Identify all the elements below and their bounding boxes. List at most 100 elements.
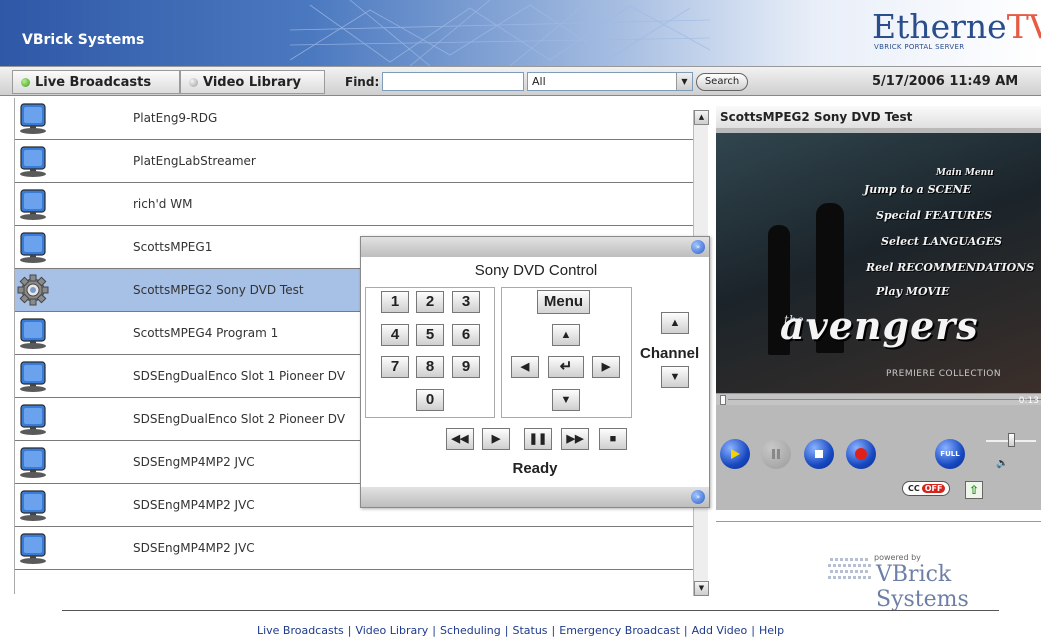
menu-button[interactable]: Menu bbox=[537, 290, 590, 314]
digit-3-button[interactable]: 3 bbox=[452, 291, 480, 313]
seek-thumb[interactable] bbox=[720, 395, 726, 405]
dvd-menu-item: Play MOVIE bbox=[876, 285, 950, 298]
player-pause-button[interactable] bbox=[761, 439, 791, 469]
digit-7-button[interactable]: 7 bbox=[381, 356, 409, 378]
chevron-down-icon[interactable]: ▼ bbox=[676, 73, 692, 90]
digit-5-button[interactable]: 5 bbox=[416, 324, 444, 346]
expand-icon[interactable]: » bbox=[691, 490, 705, 504]
filter-select[interactable]: All ▼ bbox=[527, 72, 693, 91]
search-button[interactable]: Search bbox=[696, 73, 748, 91]
broadcast-name: SDSEngDualEnco Slot 1 Pioneer DV bbox=[133, 369, 346, 383]
fullscreen-button[interactable]: FULL bbox=[935, 439, 965, 469]
footer-link[interactable]: Live Broadcasts bbox=[257, 624, 344, 637]
wireframe-decoration bbox=[290, 0, 710, 66]
popout-icon[interactable]: ⇧ bbox=[965, 481, 983, 499]
find-input[interactable] bbox=[382, 72, 524, 91]
powered-by-logo: VBrick Systems bbox=[876, 562, 969, 612]
dvd-panel-footer: » bbox=[361, 487, 709, 507]
digit-4-button[interactable]: 4 bbox=[381, 324, 409, 346]
channel-down-button[interactable]: ▼ bbox=[661, 366, 689, 388]
tab-video-library[interactable]: Video Library bbox=[180, 70, 325, 94]
broadcast-name: PlatEng9-RDG bbox=[133, 111, 218, 125]
broadcast-row[interactable]: PlatEngLabStreamer bbox=[15, 140, 696, 183]
arrow-down-icon: ▼ bbox=[669, 371, 681, 383]
dvd-panel-titlebar[interactable]: » bbox=[361, 237, 709, 257]
dvd-menu-item: Special FEATURES bbox=[876, 209, 993, 222]
scroll-down-icon[interactable]: ▼ bbox=[694, 581, 709, 596]
footer-separator: | bbox=[347, 624, 352, 637]
enter-button[interactable]: ↵ bbox=[548, 356, 584, 378]
volume-thumb[interactable] bbox=[1008, 433, 1015, 447]
stop-button[interactable]: ■ bbox=[599, 428, 627, 450]
dvd-edition: PREMIERE COLLECTION bbox=[886, 369, 1002, 379]
broadcast-row[interactable]: rich'd WM bbox=[15, 183, 696, 226]
tab-label: Live Broadcasts bbox=[35, 74, 152, 90]
video-player: ScottsMPEG2 Sony DVD Test Main Menu Jump… bbox=[716, 106, 1041, 510]
logo-main: Etherne bbox=[872, 7, 1007, 46]
broadcast-row[interactable]: SDSEngMP4MP2 JVC bbox=[15, 527, 696, 570]
video-frame[interactable]: Main Menu Jump to a SCENE Special FEATUR… bbox=[716, 133, 1041, 393]
monitor-icon bbox=[20, 189, 46, 220]
vbrick-logo-icon bbox=[828, 558, 871, 579]
footer-separator: | bbox=[551, 624, 556, 637]
broadcast-name: SDSEngDualEnco Slot 2 Pioneer DV bbox=[133, 412, 346, 426]
digit-0-button[interactable]: 0 bbox=[416, 389, 444, 411]
arrow-right-icon: ▶ bbox=[601, 361, 611, 373]
footer-link[interactable]: Scheduling bbox=[440, 624, 501, 637]
monitor-icon bbox=[20, 103, 46, 134]
brand-name: VBrick Systems bbox=[22, 32, 145, 48]
closed-caption-toggle[interactable]: CC OFF bbox=[902, 481, 950, 496]
tab-live-broadcasts[interactable]: Live Broadcasts bbox=[12, 70, 180, 94]
speaker-icon[interactable]: 🔈 bbox=[996, 458, 1008, 469]
scroll-up-icon[interactable]: ▲ bbox=[694, 110, 709, 125]
powered-by-label: powered by bbox=[874, 553, 921, 562]
filter-selected-value: All bbox=[532, 75, 546, 88]
expand-icon[interactable]: » bbox=[691, 240, 705, 254]
broadcast-name: ScottsMPEG4 Program 1 bbox=[133, 326, 279, 340]
footer-divider bbox=[62, 610, 999, 611]
logo-subtitle: VBRICK PORTAL SERVER bbox=[874, 43, 965, 51]
cc-label: CC bbox=[908, 484, 920, 493]
broadcast-name: SDSEngMP4MP2 JVC bbox=[133, 498, 255, 512]
nav-down-button[interactable]: ▼ bbox=[552, 389, 580, 411]
footer-links: Live Broadcasts | Video Library | Scheduling… bbox=[0, 624, 1041, 637]
play-button[interactable]: ▶ bbox=[482, 428, 510, 450]
divider bbox=[716, 521, 1041, 522]
play-icon bbox=[731, 449, 740, 459]
record-icon bbox=[855, 448, 867, 460]
player-record-button[interactable] bbox=[846, 439, 876, 469]
current-datetime: 5/17/2006 11:49 AM bbox=[872, 74, 1019, 89]
digit-6-button[interactable]: 6 bbox=[452, 324, 480, 346]
player-title: ScottsMPEG2 Sony DVD Test bbox=[716, 106, 1041, 128]
stop-icon bbox=[815, 450, 823, 458]
monitor-icon bbox=[20, 232, 46, 263]
digit-8-button[interactable]: 8 bbox=[416, 356, 444, 378]
nav-up-button[interactable]: ▲ bbox=[552, 324, 580, 346]
ethernetv-logo: EtherneTV bbox=[872, 10, 1041, 44]
digit-1-button[interactable]: 1 bbox=[381, 291, 409, 313]
nav-right-button[interactable]: ▶ bbox=[592, 356, 620, 378]
footer-link[interactable]: Emergency Broadcast bbox=[559, 624, 680, 637]
footer-link[interactable]: Video Library bbox=[355, 624, 428, 637]
digit-2-button[interactable]: 2 bbox=[416, 291, 444, 313]
digit-9-button[interactable]: 9 bbox=[452, 356, 480, 378]
footer-link[interactable]: Add Video bbox=[692, 624, 748, 637]
seek-bar[interactable] bbox=[716, 393, 1041, 405]
pause-button[interactable]: ❚❚ bbox=[524, 428, 552, 450]
player-stop-button[interactable] bbox=[804, 439, 834, 469]
fast-forward-button[interactable]: ▶▶ bbox=[561, 428, 589, 450]
rewind-icon: ◀◀ bbox=[451, 433, 469, 445]
enter-icon: ↵ bbox=[559, 358, 573, 375]
broadcast-name: rich'd WM bbox=[133, 197, 193, 211]
nav-left-button[interactable]: ◀ bbox=[511, 356, 539, 378]
footer-link[interactable]: Help bbox=[759, 624, 784, 637]
footer-link[interactable]: Status bbox=[512, 624, 547, 637]
arrow-down-icon: ▼ bbox=[560, 394, 572, 406]
playback-time: 0:13 bbox=[1018, 396, 1039, 406]
rewind-button[interactable]: ◀◀ bbox=[446, 428, 474, 450]
fast-forward-icon: ▶▶ bbox=[566, 433, 584, 445]
broadcast-row[interactable]: PlatEng9-RDG bbox=[15, 98, 696, 140]
dvd-control-title: Sony DVD Control bbox=[474, 262, 598, 279]
player-play-button[interactable] bbox=[720, 439, 750, 469]
channel-up-button[interactable]: ▲ bbox=[661, 312, 689, 334]
